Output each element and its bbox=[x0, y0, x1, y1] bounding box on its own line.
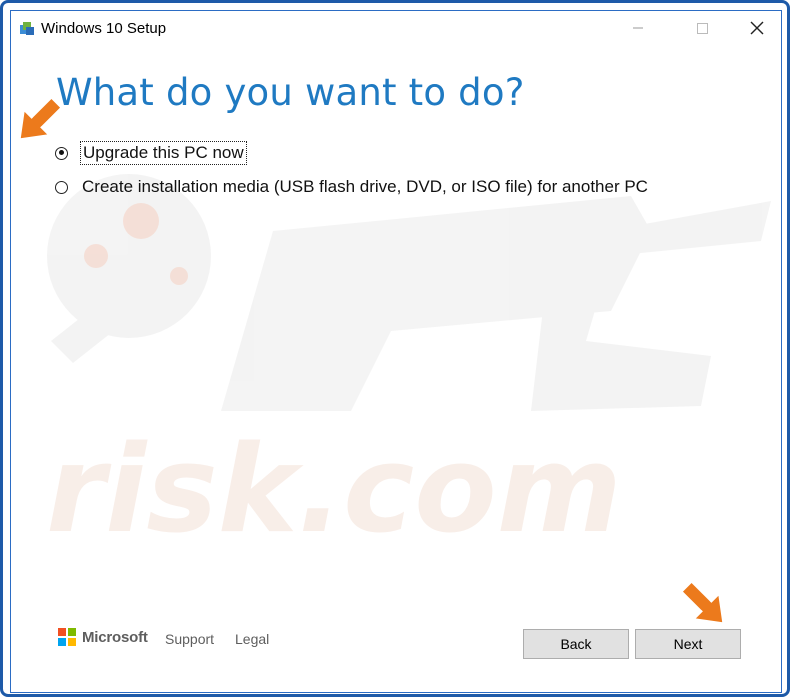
setup-app-icon bbox=[19, 20, 35, 36]
microsoft-wordmark: Microsoft bbox=[82, 628, 148, 646]
minimize-icon bbox=[633, 27, 643, 29]
option-upgrade-this-pc[interactable]: Upgrade this PC now bbox=[55, 141, 247, 165]
radio-create-media[interactable] bbox=[55, 180, 68, 194]
screenshot-frame: risk.com Windows 10 Setup What do you wa… bbox=[0, 0, 790, 697]
next-button[interactable]: Next bbox=[635, 629, 741, 659]
title-bar: Windows 10 Setup bbox=[11, 11, 781, 45]
minimize-button[interactable] bbox=[615, 11, 661, 45]
option-create-media[interactable]: Create installation media (USB flash dri… bbox=[55, 175, 650, 199]
watermark-text: risk.com bbox=[46, 421, 622, 560]
radio-upgrade-selected[interactable] bbox=[55, 146, 68, 160]
back-button[interactable]: Back bbox=[523, 629, 629, 659]
page-heading: What do you want to do? bbox=[56, 71, 525, 114]
close-button[interactable] bbox=[734, 11, 780, 45]
microsoft-logo-icon bbox=[58, 628, 76, 646]
setup-window: risk.com Windows 10 Setup What do you wa… bbox=[10, 10, 782, 693]
window-title: Windows 10 Setup bbox=[41, 20, 167, 37]
option-create-media-label: Create installation media (USB flash dri… bbox=[82, 177, 648, 196]
maximize-button[interactable] bbox=[679, 11, 725, 45]
close-icon bbox=[750, 21, 764, 35]
maximize-icon bbox=[696, 22, 708, 34]
support-link[interactable]: Support bbox=[165, 631, 214, 647]
legal-link[interactable]: Legal bbox=[235, 631, 269, 647]
option-upgrade-label: Upgrade this PC now bbox=[80, 141, 247, 165]
microsoft-logo: Microsoft bbox=[58, 628, 148, 646]
